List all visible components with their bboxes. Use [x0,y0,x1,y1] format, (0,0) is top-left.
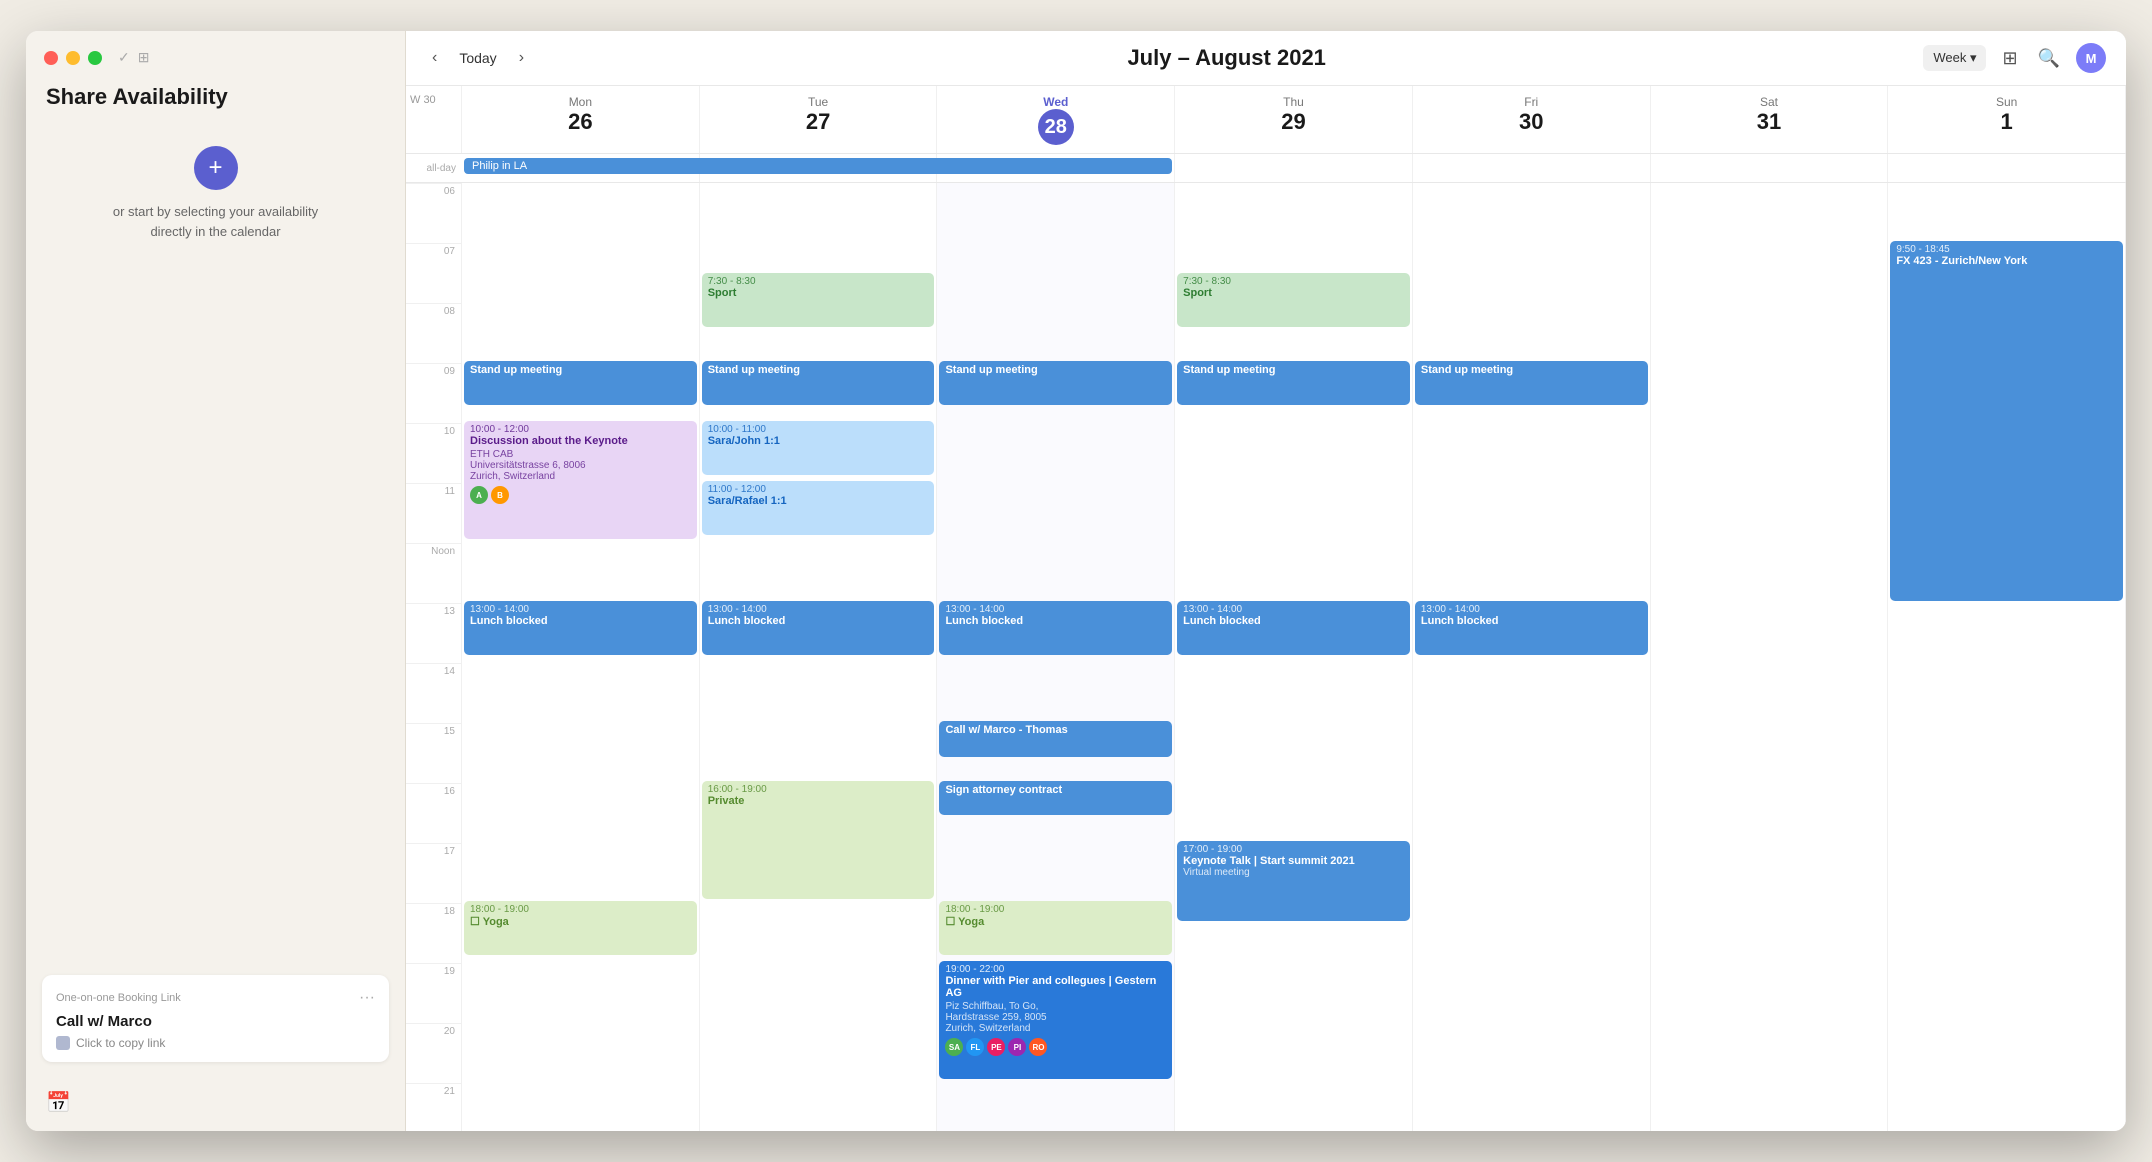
days-header: W 30 Mon 26 Tue 27 Wed 28 Thu 29 Fri 30 [406,86,2126,154]
week-view-selector[interactable]: Week ▾ [1923,45,1986,71]
calendar-icon-button[interactable]: 📅 [46,1092,71,1114]
hour-noon: Noon [406,543,461,603]
day-header-tue: Tue 27 [700,86,938,153]
copy-link-text[interactable]: Click to copy link [76,1036,165,1050]
allday-label: all-day [406,154,462,182]
week-label: W 30 [406,86,462,153]
allday-mon: Philip in LA [462,154,700,182]
window-controls: ✓ ⊞ [26,31,405,76]
grid-view-button[interactable]: ⊞ [1998,44,2021,73]
minimize-button[interactable] [66,51,80,65]
hour-13: 13 [406,603,461,663]
hour-20: 20 [406,1023,461,1083]
day-header-sun: Sun 1 [1888,86,2126,153]
event-lunch-wed[interactable]: 13:00 - 14:00 Lunch blocked [939,601,1172,655]
event-lunch-thu[interactable]: 13:00 - 14:00 Lunch blocked [1177,601,1410,655]
event-yoga-wed[interactable]: 18:00 - 19:00 ☐ Yoga [939,901,1172,955]
hour-10: 10 [406,423,461,483]
close-button[interactable] [44,51,58,65]
event-sport-thu[interactable]: 7:30 - 8:30 Sport [1177,273,1410,327]
add-availability-section: + or start by selecting your availabilit… [26,130,405,257]
allday-fri [1413,154,1651,182]
day-column-thu: 7:30 - 8:30 Sport Stand up meeting 13:00… [1175,183,1413,1131]
search-button[interactable]: 🔍 [2034,44,2064,73]
booking-menu-button[interactable]: ··· [359,989,375,1007]
event-standup-fri[interactable]: Stand up meeting [1415,361,1648,405]
event-fx423-flight[interactable]: 9:50 - 18:45 FX 423 - Zurich/New York [1890,241,2123,601]
day-column-tue: 7:30 - 8:30 Sport Stand up meeting 10:00… [700,183,938,1131]
sidebar-bottom: 📅 [26,1078,405,1131]
sidebar-hint: or start by selecting your availability … [113,202,318,241]
day-column-sat [1651,183,1889,1131]
event-standup-wed[interactable]: Stand up meeting [939,361,1172,405]
day-header-mon: Mon 26 [462,86,700,153]
day-column-mon: Stand up meeting 10:00 - 12:00 Discussio… [462,183,700,1131]
user-avatar[interactable]: M [2076,43,2106,73]
day-header-thu: Thu 29 [1175,86,1413,153]
today-button[interactable]: Today [451,46,504,70]
link-icon [56,1036,70,1050]
event-call-marco-thomas[interactable]: Call w/ Marco - Thomas [939,721,1172,757]
add-availability-button[interactable]: + [194,146,238,190]
hour-18: 18 [406,903,461,963]
booking-label: One-on-one Booking Link [56,992,181,1004]
event-private-tue[interactable]: 16:00 - 19:00 Private [702,781,935,899]
hour-11: 11 [406,483,461,543]
booking-name: Call w/ Marco [56,1013,375,1030]
hour-17: 17 [406,843,461,903]
day-header-wed: Wed 28 [937,86,1175,153]
booking-link-row[interactable]: Click to copy link [56,1036,375,1050]
calendar-title: July – August 2021 [546,45,1907,71]
calendar-header: ‹ Today › July – August 2021 Week ▾ ⊞ 🔍 … [406,31,2126,86]
sidebar: ✓ ⊞ Share Availability + or start by sel… [26,31,406,1131]
hour-08: 08 [406,303,461,363]
event-sport-tue[interactable]: 7:30 - 8:30 Sport [702,273,935,327]
day-column-wed: Stand up meeting 13:00 - 14:00 Lunch blo… [937,183,1175,1131]
day-column-sun: 9:50 - 18:45 FX 423 - Zurich/New York [1888,183,2126,1131]
time-labels: 06 07 08 09 10 11 Noon 13 14 15 16 17 18… [406,183,462,1131]
event-dinner-pier[interactable]: 19:00 - 22:00 Dinner with Pier and colle… [939,961,1172,1079]
booking-link-section: One-on-one Booking Link ··· Call w/ Marc… [42,975,389,1062]
day-column-fri: Stand up meeting 13:00 - 14:00 Lunch blo… [1413,183,1651,1131]
allday-sat [1651,154,1889,182]
sidebar-title: Share Availability [26,76,405,130]
calendar-main: ‹ Today › July – August 2021 Week ▾ ⊞ 🔍 … [406,31,2126,1131]
hour-06: 06 [406,183,461,243]
days-columns: Stand up meeting 10:00 - 12:00 Discussio… [462,183,2126,1131]
event-discussion-keynote[interactable]: 10:00 - 12:00 Discussion about the Keyno… [464,421,697,539]
hour-09: 09 [406,363,461,423]
event-sign-attorney[interactable]: Sign attorney contract [939,781,1172,815]
next-button[interactable]: › [513,45,530,71]
hour-14: 14 [406,663,461,723]
event-standup-mon[interactable]: Stand up meeting [464,361,697,405]
booking-header: One-on-one Booking Link ··· [56,989,375,1007]
hour-19: 19 [406,963,461,1023]
allday-sun [1888,154,2126,182]
event-standup-tue[interactable]: Stand up meeting [702,361,935,405]
hour-21: 21 [406,1083,461,1131]
hour-16: 16 [406,783,461,843]
time-grid: 06 07 08 09 10 11 Noon 13 14 15 16 17 18… [406,183,2126,1131]
allday-row: all-day Philip in LA [406,154,2126,183]
event-keynote-talk[interactable]: 17:00 - 19:00 Keynote Talk | Start summi… [1177,841,1410,921]
maximize-button[interactable] [88,51,102,65]
app-window: ✓ ⊞ Share Availability + or start by sel… [26,31,2126,1131]
event-standup-thu[interactable]: Stand up meeting [1177,361,1410,405]
day-header-fri: Fri 30 [1413,86,1651,153]
hour-15: 15 [406,723,461,783]
event-sara-john[interactable]: 10:00 - 11:00 Sara/John 1:1 [702,421,935,475]
day-header-sat: Sat 31 [1651,86,1889,153]
allday-thu [1175,154,1413,182]
event-lunch-mon[interactable]: 13:00 - 14:00 Lunch blocked [464,601,697,655]
hour-07: 07 [406,243,461,303]
allday-event-philip-in-la[interactable]: Philip in LA [464,158,1172,174]
prev-button[interactable]: ‹ [426,45,443,71]
calendar-nav: ‹ Today › [426,45,530,71]
event-yoga-mon[interactable]: 18:00 - 19:00 ☐ Yoga [464,901,697,955]
calendar-controls-right: Week ▾ ⊞ 🔍 M [1923,43,2106,73]
event-sara-rafael[interactable]: 11:00 - 12:00 Sara/Rafael 1:1 [702,481,935,535]
plus-icon: + [208,156,222,180]
event-lunch-fri[interactable]: 13:00 - 14:00 Lunch blocked [1415,601,1648,655]
event-lunch-tue[interactable]: 13:00 - 14:00 Lunch blocked [702,601,935,655]
